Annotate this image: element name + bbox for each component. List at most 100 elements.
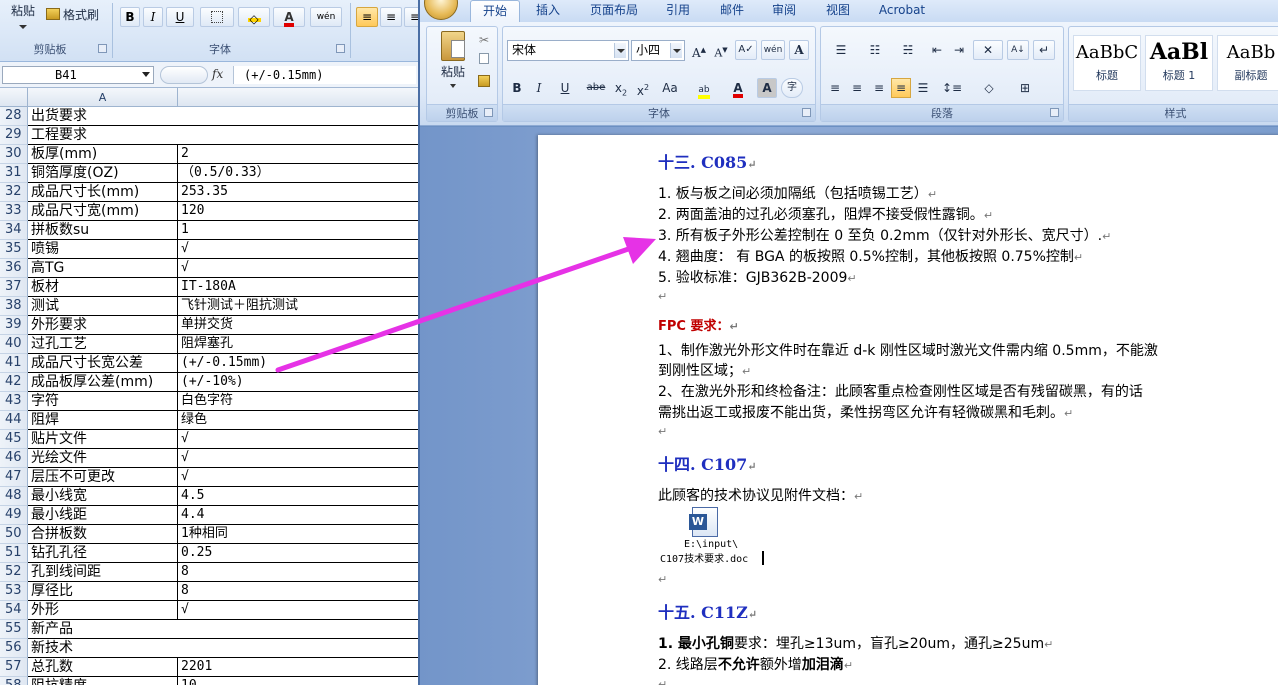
cell-b[interactable]: （0.5/0.33） (178, 164, 418, 183)
cell-a[interactable]: 成品尺寸宽(mm) (28, 202, 178, 221)
shading-icon[interactable]: ◇ (973, 78, 1005, 98)
row-header[interactable]: 50 (0, 525, 28, 544)
style-title[interactable]: AaBbC 标题 (1073, 35, 1141, 91)
column-header-b[interactable] (178, 88, 418, 107)
row-header[interactable]: 35 (0, 240, 28, 259)
insert-function-icon[interactable]: fx (212, 67, 223, 81)
cell-b[interactable]: 10 (178, 677, 418, 685)
cell-b[interactable]: IT-180A (178, 278, 418, 297)
underline-button[interactable]: U (551, 78, 579, 98)
cell-b[interactable]: (+/-0.15mm) (178, 354, 418, 373)
row-header[interactable]: 36 (0, 259, 28, 278)
tab-review[interactable]: 审阅 (764, 0, 804, 22)
row-header[interactable]: 39 (0, 316, 28, 335)
row-header[interactable]: 58 (0, 677, 28, 685)
row-header[interactable]: 57 (0, 658, 28, 677)
phonetic-guide-icon[interactable]: wén (761, 40, 785, 60)
italic-button[interactable]: I (143, 7, 163, 27)
attachment-object[interactable]: W E:\input\ C107技术要求.doc (658, 507, 768, 567)
paragraph-launcher-icon[interactable] (1050, 108, 1059, 117)
tab-page-layout[interactable]: 页面布局 (582, 0, 646, 22)
row-header[interactable]: 49 (0, 506, 28, 525)
align-center-button[interactable]: ≡ (380, 7, 402, 27)
clear-format-icon[interactable]: A✓ (735, 40, 757, 60)
align-left-icon[interactable]: ≡ (825, 78, 845, 98)
cell-b[interactable]: 1种相同 (178, 525, 418, 544)
decrease-indent-icon[interactable]: ⇤ (927, 40, 947, 60)
row-header[interactable]: 55 (0, 620, 28, 639)
row-header[interactable]: 54 (0, 601, 28, 620)
row-header[interactable]: 33 (0, 202, 28, 221)
cell-a[interactable]: 成品板厚公差(mm) (28, 373, 178, 392)
cell-b[interactable]: 绿色 (178, 411, 418, 430)
tab-home[interactable]: 开始 (470, 0, 520, 22)
row-header[interactable]: 40 (0, 335, 28, 354)
line-spacing-icon[interactable]: ↕≡ (937, 78, 967, 98)
row-header[interactable]: 48 (0, 487, 28, 506)
row-header[interactable]: 32 (0, 183, 28, 202)
cell-a[interactable]: 厚径比 (28, 582, 178, 601)
row-header[interactable]: 29 (0, 126, 28, 145)
row-header[interactable]: 31 (0, 164, 28, 183)
bullets-icon[interactable]: ☰ (825, 40, 857, 60)
row-header[interactable]: 51 (0, 544, 28, 563)
cell-b[interactable]: 4.4 (178, 506, 418, 525)
cell-a[interactable]: 最小线宽 (28, 487, 178, 506)
row-header[interactable]: 44 (0, 411, 28, 430)
cell-a[interactable]: 喷锡 (28, 240, 178, 259)
border-button[interactable] (200, 7, 234, 27)
grow-font-icon[interactable]: A▲ (689, 40, 709, 60)
multilevel-list-icon[interactable]: ☵ (893, 40, 923, 60)
cell-a[interactable]: 测试 (28, 297, 178, 316)
sort-icon[interactable]: A↓ (1007, 40, 1029, 60)
enclose-char-icon[interactable]: 字 (781, 78, 803, 98)
shrink-font-icon[interactable]: A▼ (711, 40, 731, 60)
cell-b[interactable]: √ (178, 430, 418, 449)
distribute-icon[interactable]: ☰ (913, 78, 933, 98)
cell-a[interactable]: 光绘文件 (28, 449, 178, 468)
cell-a[interactable]: 高TG (28, 259, 178, 278)
highlight-color-button[interactable]: ab (689, 78, 719, 99)
numbering-icon[interactable]: ☷ (859, 40, 891, 60)
formula-input[interactable]: (+/-0.15mm) (233, 66, 416, 84)
cell-a[interactable]: 总孔数 (28, 658, 178, 677)
cell-a[interactable]: 过孔工艺 (28, 335, 178, 354)
cell-a[interactable]: 最小线距 (28, 506, 178, 525)
row-header[interactable]: 52 (0, 563, 28, 582)
row-header[interactable]: 45 (0, 430, 28, 449)
align-center-icon[interactable]: ≡ (847, 78, 867, 98)
row-header[interactable]: 41 (0, 354, 28, 373)
cell-b[interactable]: 阻焊塞孔 (178, 335, 418, 354)
bold-button[interactable]: B (507, 78, 527, 98)
cell-a[interactable]: 贴片文件 (28, 430, 178, 449)
chinese-layout-icon[interactable]: ✕ (973, 40, 1003, 60)
style-heading-1[interactable]: AaBl 标题 1 (1145, 35, 1213, 91)
font-name-select[interactable]: 宋体 (507, 40, 629, 61)
row-header[interactable]: 46 (0, 449, 28, 468)
cell-a[interactable]: 板厚(mm) (28, 145, 178, 164)
cell-a[interactable]: 阻焊 (28, 411, 178, 430)
cell-a[interactable]: 层压不可更改 (28, 468, 178, 487)
font-size-select[interactable]: 小四 (631, 40, 685, 61)
paste-button[interactable]: 粘贴 (4, 2, 42, 36)
justify-icon[interactable]: ≡ (891, 78, 911, 98)
office-button[interactable] (424, 0, 458, 20)
chevron-down-icon[interactable] (614, 43, 626, 58)
phonetic-button[interactable]: wén (310, 7, 342, 27)
cell-a[interactable]: 字符 (28, 392, 178, 411)
row-header[interactable]: 56 (0, 639, 28, 658)
cell-b[interactable]: 8 (178, 582, 418, 601)
cell-a[interactable]: 出货要求 (28, 107, 418, 126)
cell-a[interactable]: 板材 (28, 278, 178, 297)
italic-button[interactable]: I (529, 78, 549, 98)
column-header-a[interactable]: A (28, 88, 178, 107)
cell-a[interactable]: 拼板数su (28, 221, 178, 240)
cell-b[interactable]: 4.5 (178, 487, 418, 506)
cell-b[interactable]: 单拼交货 (178, 316, 418, 335)
cell-a[interactable]: 新技术 (28, 639, 418, 658)
tab-references[interactable]: 引用 (658, 0, 698, 22)
cell-b[interactable]: 2201 (178, 658, 418, 677)
cell-b[interactable]: √ (178, 601, 418, 620)
row-header[interactable]: 30 (0, 145, 28, 164)
cell-b[interactable]: 0.25 (178, 544, 418, 563)
